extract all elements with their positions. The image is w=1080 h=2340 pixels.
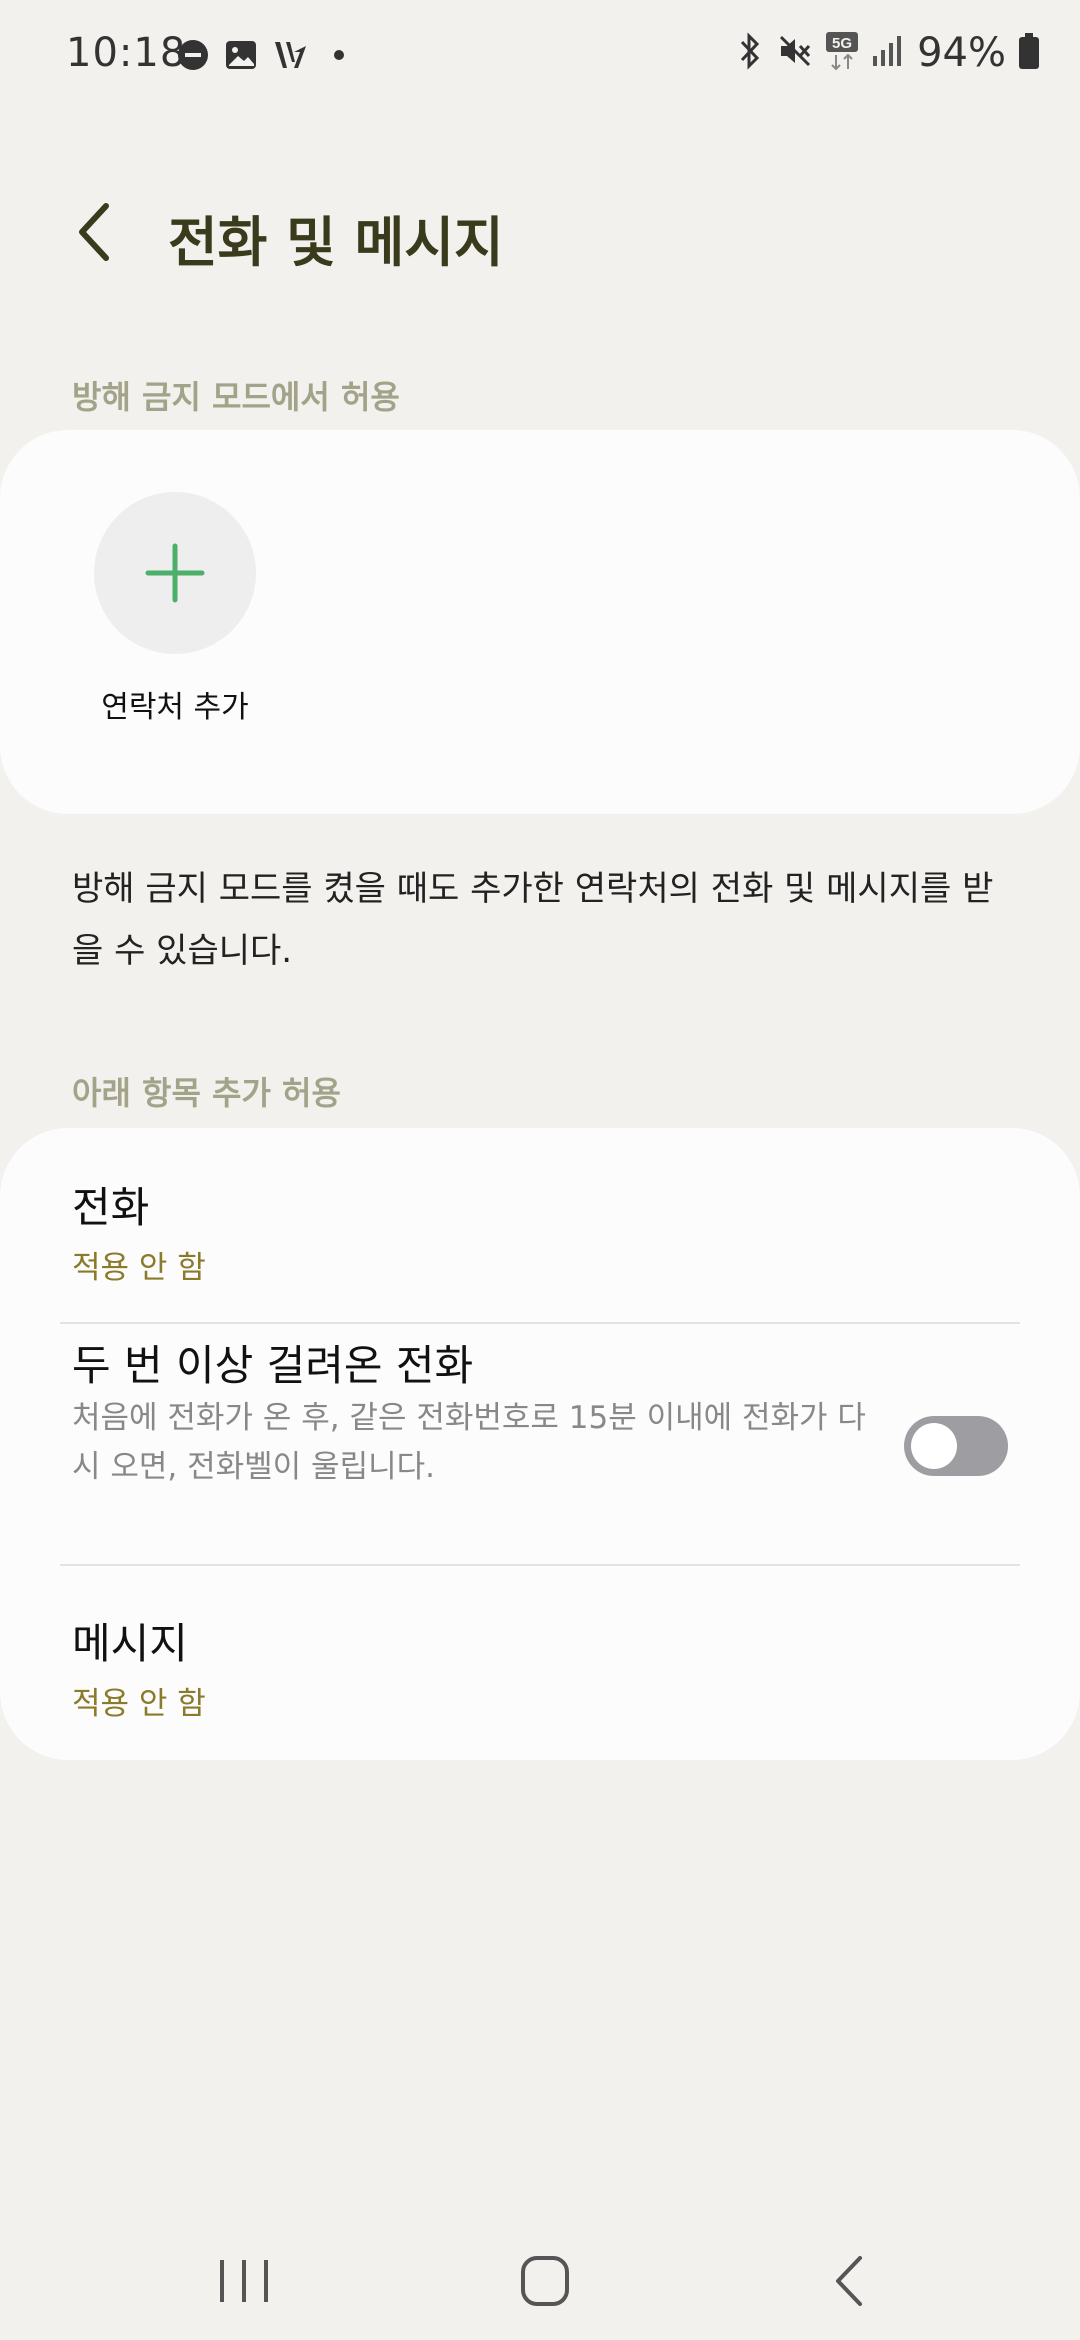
repeat-callers-toggle[interactable] — [904, 1416, 1008, 1476]
navigation-bar — [0, 2220, 1080, 2340]
do-not-disturb-icon — [176, 38, 210, 76]
home-icon — [521, 2256, 569, 2306]
5g-icon: 5G — [825, 31, 859, 75]
battery-icon — [1018, 32, 1040, 74]
chevron-left-icon — [79, 203, 109, 261]
messages-title: 메시지 — [72, 1619, 188, 1668]
add-contact-label: 연락처 추가 — [101, 690, 249, 725]
back-icon — [836, 2256, 862, 2306]
bluetooth-icon — [735, 32, 765, 74]
signal-icon — [871, 34, 905, 72]
messages-setting-row[interactable]: 메시지 적용 안 함 — [0, 1566, 1080, 1760]
plus-icon — [145, 543, 205, 603]
allowed-contacts-card: 연락처 추가 — [0, 430, 1080, 814]
status-bar: 10:18 5G 94% — [0, 0, 1080, 115]
calls-value: 적용 안 함 — [72, 1250, 206, 1286]
nav-back-button[interactable] — [810, 2246, 890, 2316]
section-header-additional: 아래 항목 추가 허용 — [72, 1074, 341, 1112]
recent-apps-button[interactable] — [204, 2246, 284, 2316]
home-button[interactable] — [505, 2246, 585, 2316]
repeat-callers-title: 두 번 이상 걸려온 전화 — [72, 1341, 474, 1390]
app-notification-icon — [272, 38, 308, 76]
add-contact-button[interactable] — [94, 492, 256, 654]
messages-value: 적용 안 함 — [72, 1686, 206, 1722]
allow-description: 방해 금지 모드를 켰을 때도 추가한 연락처의 전화 및 메시지를 받을 수 … — [72, 869, 994, 971]
additional-allow-card: 전화 적용 안 함 두 번 이상 걸려온 전화 처음에 전화가 온 후, 같은 … — [0, 1128, 1080, 1760]
recent-apps-icon — [220, 2260, 268, 2302]
calls-setting-row[interactable]: 전화 적용 안 함 — [0, 1128, 1080, 1324]
back-button[interactable] — [68, 196, 124, 268]
status-left-icons — [176, 38, 356, 76]
page-title: 전화 및 메시지 — [168, 211, 504, 274]
gallery-icon — [224, 38, 258, 76]
repeat-callers-description: 처음에 전화가 온 후, 같은 전화번호로 15분 이내에 전화가 다시 오면,… — [72, 1400, 866, 1485]
battery-percent: 94% — [917, 30, 1006, 76]
section-header-allow-in-dnd: 방해 금지 모드에서 허용 — [72, 378, 400, 416]
toggle-knob — [911, 1423, 957, 1469]
mute-icon — [777, 33, 813, 73]
5g-text: 5G — [832, 35, 852, 52]
status-right-icons: 5G 94% — [735, 30, 1040, 76]
calls-title: 전화 — [72, 1183, 150, 1232]
status-time: 10:18 — [66, 30, 187, 76]
more-dot-icon — [322, 38, 356, 76]
